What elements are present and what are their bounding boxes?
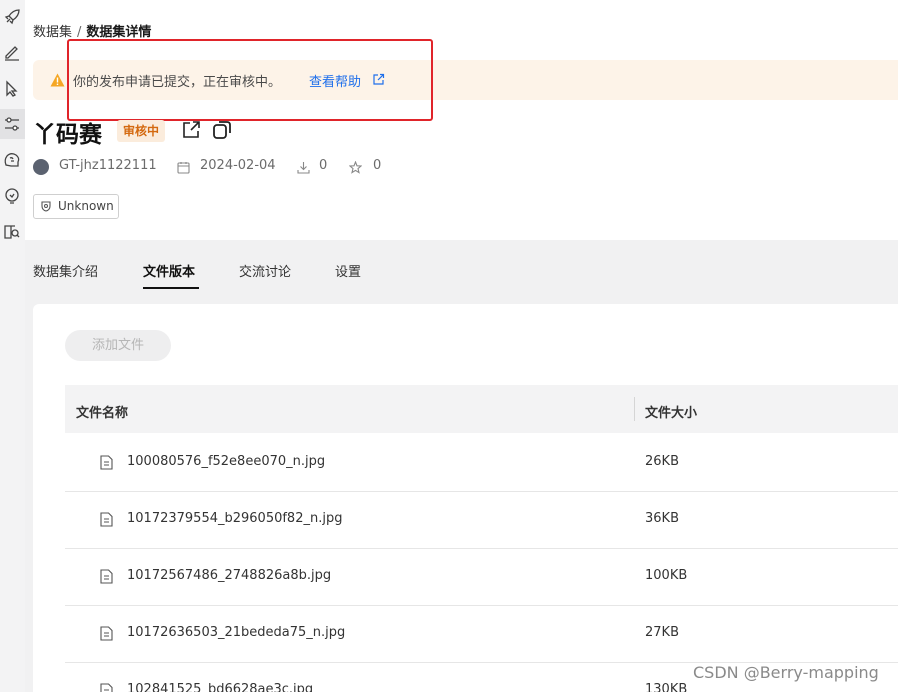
table-row[interactable]: 10172636503_21bededa75_n.jpg 27KB (65, 605, 898, 663)
tab-file-versions[interactable]: 文件版本 (143, 261, 195, 280)
file-icon (100, 512, 113, 527)
breadcrumb-separator: / (77, 25, 82, 40)
license-label: Unknown (58, 199, 114, 213)
warning-icon (50, 73, 65, 87)
breadcrumb: 数据集 / 数据集详情 (33, 21, 151, 40)
breadcrumb-parent[interactable]: 数据集 (33, 25, 72, 40)
file-icon (100, 626, 113, 641)
tab-bar: 数据集介绍 文件版本 交流讨论 设置 (25, 240, 898, 304)
files-table-header: 文件名称 文件大小 (65, 385, 898, 433)
column-divider[interactable] (634, 397, 635, 421)
alert-message: 你的发布申请已提交，正在审核中。 (73, 75, 282, 90)
license-icon (41, 201, 51, 212)
table-row[interactable]: 10172379554_b296050f82_n.jpg 36KB (65, 491, 898, 549)
file-name[interactable]: 10172636503_21bededa75_n.jpg (127, 625, 345, 640)
download-icon (297, 162, 310, 174)
copy-icon[interactable] (212, 120, 232, 140)
watermark: CSDN @Berry-mapping (693, 663, 879, 682)
file-icon (100, 683, 113, 692)
file-name[interactable]: 102841525_bd6628ae3c.jpg (127, 682, 313, 692)
help-link[interactable]: 查看帮助 (309, 71, 361, 90)
book-search-icon[interactable] (3, 223, 21, 241)
status-badge: 审核中 (117, 120, 166, 142)
column-file-name[interactable]: 文件名称 (76, 402, 128, 421)
file-size: 26KB (645, 454, 679, 469)
file-size: 36KB (645, 511, 679, 526)
star-count: 0 (373, 158, 382, 173)
tab-discussion[interactable]: 交流讨论 (239, 261, 291, 280)
table-row[interactable]: 10172567486_2748826a8b.jpg 100KB (65, 548, 898, 606)
file-size: 130KB (645, 682, 688, 692)
breadcrumb-current: 数据集详情 (86, 25, 152, 40)
add-file-button[interactable]: 添加文件 (65, 330, 171, 361)
author-avatar[interactable] (33, 159, 49, 175)
tab-intro[interactable]: 数据集介绍 (33, 261, 98, 280)
file-name[interactable]: 10172567486_2748826a8b.jpg (127, 568, 331, 583)
lightbulb-icon[interactable] (3, 187, 21, 205)
table-row[interactable]: 100080576_f52e8ee070_n.jpg 26KB (65, 434, 898, 492)
external-link-icon[interactable] (372, 73, 385, 86)
license-tag[interactable]: Unknown (33, 194, 119, 219)
sliders-icon[interactable] (3, 115, 21, 133)
left-sidebar (0, 0, 25, 692)
review-alert: 你的发布申请已提交，正在审核中。 查看帮助 (33, 60, 898, 100)
column-file-size[interactable]: 文件大小 (645, 402, 697, 421)
open-external-icon[interactable] (181, 120, 201, 140)
file-name[interactable]: 10172379554_b296050f82_n.jpg (127, 511, 342, 526)
author-name[interactable]: GT-jhz1122111 (59, 158, 157, 173)
active-tab-underline (143, 287, 199, 289)
file-size: 27KB (645, 625, 679, 640)
file-icon (100, 455, 113, 470)
pencil-icon[interactable] (3, 44, 21, 62)
rocket-icon[interactable] (3, 8, 21, 26)
file-name[interactable]: 100080576_f52e8ee070_n.jpg (127, 454, 325, 469)
brain-icon[interactable] (3, 151, 21, 169)
download-count: 0 (319, 158, 328, 173)
file-icon (100, 569, 113, 584)
calendar-icon (177, 162, 190, 174)
tab-settings[interactable]: 设置 (335, 261, 361, 280)
star-icon[interactable] (349, 161, 362, 174)
publish-date: 2024-02-04 (200, 158, 276, 173)
dataset-title: 丫码赛 (33, 122, 102, 148)
file-size: 100KB (645, 568, 688, 583)
cursor-icon[interactable] (3, 80, 21, 98)
